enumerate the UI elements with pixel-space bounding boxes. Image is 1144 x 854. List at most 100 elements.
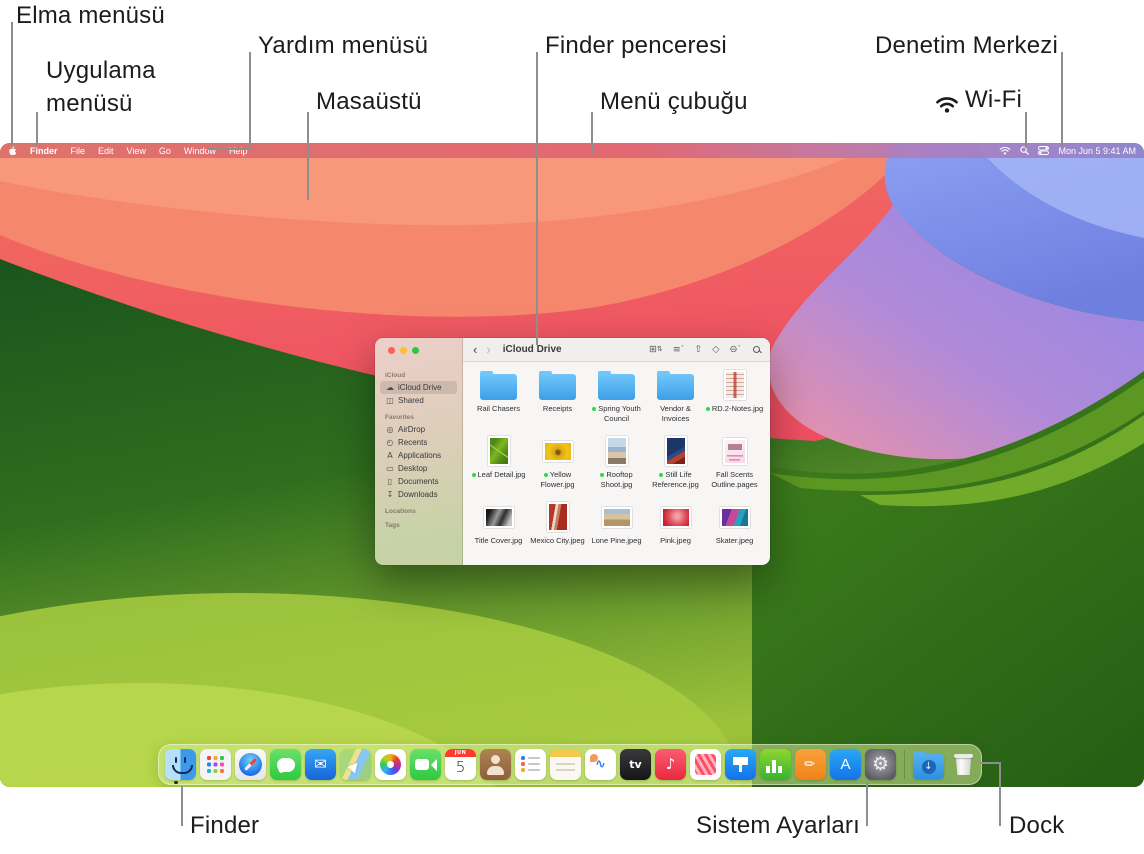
wifi-icon[interactable] xyxy=(999,146,1011,155)
dock-icon-reminders[interactable] xyxy=(515,749,546,780)
thumbnail-pink-jpeg xyxy=(660,506,691,528)
sidebar-item-label: Downloads xyxy=(398,490,438,499)
menu-view[interactable]: View xyxy=(127,146,146,156)
dock-icon-music[interactable]: ♪ xyxy=(655,749,686,780)
file-thumbnail xyxy=(542,433,573,469)
file-item-receipts[interactable]: Receipts xyxy=(528,367,587,433)
dock-icon-notes[interactable] xyxy=(550,749,581,780)
dock-icon-launchpad[interactable] xyxy=(200,749,231,780)
menu-go[interactable]: Go xyxy=(159,146,171,156)
sidebar-item-icloud-drive[interactable]: ☁ iCloud Drive xyxy=(380,381,457,394)
dock-icon-mail[interactable]: ✉ xyxy=(305,749,336,780)
sidebar-item-applications[interactable]: A Applications xyxy=(380,449,457,462)
file-item-skater-jpeg[interactable]: Skater.jpeg xyxy=(705,499,764,565)
dock-icon-pages[interactable]: ✎ xyxy=(795,749,826,780)
group-by-icon[interactable]: ≡ˇ xyxy=(673,344,684,355)
dock-icon-keynote[interactable] xyxy=(725,749,756,780)
dock-icon-facetime[interactable] xyxy=(410,749,441,780)
dock-icon-maps[interactable] xyxy=(340,749,371,780)
file-item-lone-pine-jpeg[interactable]: Lone Pine.jpeg xyxy=(587,499,646,565)
forward-icon[interactable]: › xyxy=(486,343,490,356)
dock-icon-numbers[interactable] xyxy=(760,749,791,780)
file-item-leaf-detail-jpg[interactable]: Leaf Detail.jpg xyxy=(469,433,528,499)
sidebar-item-documents[interactable]: ▯ Documents xyxy=(380,475,457,488)
dock-icon-contacts[interactable] xyxy=(480,749,511,780)
finder-toolbar: ‹ › iCloud Drive ⊞⇅ ≡ˇ ⇧ ◇ ⊖ˇ xyxy=(463,338,770,362)
callout-desktop: Masaüstü xyxy=(316,88,422,115)
back-icon[interactable]: ‹ xyxy=(473,343,477,356)
thumbnail-rd-2-notes-jpg xyxy=(723,370,746,400)
menu-finder[interactable]: Finder xyxy=(30,146,58,156)
dock-icon-system-settings[interactable]: ⚙ xyxy=(865,749,896,780)
zoom-button[interactable] xyxy=(412,347,419,354)
dock-icon-messages[interactable] xyxy=(270,749,301,780)
more-options-icon[interactable]: ⊖ˇ xyxy=(730,344,741,355)
menu-bar-clock[interactable]: Mon Jun 5 9:41 AM xyxy=(1058,146,1136,156)
dock-icon-apple-tv[interactable]: tv xyxy=(620,749,651,780)
callout-line-help-menu-h xyxy=(207,148,251,150)
file-thumbnail xyxy=(605,433,628,469)
share-icon[interactable]: ⇧ xyxy=(694,344,702,355)
view-switcher-icon[interactable]: ⊞⇅ xyxy=(649,344,663,355)
dock-icon-photos[interactable] xyxy=(375,749,406,780)
file-item-spring-youth-council[interactable]: Spring Youth Council xyxy=(587,367,646,433)
dock-icon-app-store[interactable]: A xyxy=(830,749,861,780)
file-label: Rooftop Shoot.jpg xyxy=(600,470,633,489)
file-item-rooftop-shoot-jpg[interactable]: Rooftop Shoot.jpg xyxy=(587,433,646,499)
thumbnail-skater-jpeg xyxy=(719,506,750,528)
file-thumbnail xyxy=(722,433,747,469)
sidebar-item-downloads[interactable]: ↧ Downloads xyxy=(380,488,457,501)
callout-control-center: Denetim Merkezi xyxy=(874,32,1058,59)
file-thumbnail xyxy=(487,433,510,469)
dock-icon-freeform[interactable]: ∿ xyxy=(585,749,616,780)
menu-edit[interactable]: Edit xyxy=(98,146,114,156)
file-item-rail-chasers[interactable]: Rail Chasers xyxy=(469,367,528,433)
thumbnail-lone-pine-jpeg xyxy=(601,506,632,528)
file-item-still-life-reference-jpg[interactable]: Still Life Reference.jpg xyxy=(646,433,705,499)
dock-icon-safari[interactable] xyxy=(235,749,266,780)
search-icon[interactable] xyxy=(753,346,760,353)
tag-icon[interactable]: ◇ xyxy=(712,344,719,355)
file-label: Vendor & Invoices xyxy=(660,404,691,423)
file-item-mexico-city-jpeg[interactable]: Mexico City.jpeg xyxy=(528,499,587,565)
sidebar-item-desktop[interactable]: ▭ Desktop xyxy=(380,462,457,475)
file-label: Receipts xyxy=(542,404,573,413)
file-item-vendor-invoices[interactable]: Vendor & Invoices xyxy=(646,367,705,433)
menu-file[interactable]: File xyxy=(71,146,86,156)
wifi-label-icon xyxy=(935,92,959,113)
callout-apple-menu: Elma menüsü xyxy=(16,2,165,29)
menu-window[interactable]: Window xyxy=(184,146,216,156)
callout-menu-bar: Menü çubuğu xyxy=(600,88,748,115)
finder-sidebar-list: iCloud ☁ iCloud Drive ◫ Shared Favorites ◎ AirD… xyxy=(375,372,462,529)
dock-icon-finder[interactable] xyxy=(165,749,196,780)
desktop-icon: ▭ xyxy=(386,464,394,473)
sidebar-item-airdrop[interactable]: ◎ AirDrop xyxy=(380,423,457,436)
file-item-rd-2-notes-jpg[interactable]: RD.2-Notes.jpg xyxy=(705,367,764,433)
sidebar-item-shared[interactable]: ◫ Shared xyxy=(380,394,457,407)
file-grid: Rail Chasers Receipts Spring Youth Council… xyxy=(463,362,770,565)
dock-icon-trash[interactable] xyxy=(948,749,979,780)
dock-icon-calendar[interactable]: JUN 5 xyxy=(445,749,476,780)
file-label: Pink.jpeg xyxy=(660,536,691,545)
dock-divider xyxy=(904,750,905,779)
file-item-pink-jpeg[interactable]: Pink.jpeg xyxy=(646,499,705,565)
control-center-icon[interactable] xyxy=(1038,146,1050,155)
sidebar-section-icloud: iCloud xyxy=(385,372,406,379)
sidebar-item-recents[interactable]: ◴ Recents xyxy=(380,436,457,449)
sync-status-icon xyxy=(543,472,548,477)
calendar-day-label: 5 xyxy=(455,758,466,776)
file-thumbnail xyxy=(719,499,750,535)
finder-window: iCloud ☁ iCloud Drive ◫ Shared Favorites ◎ AirD… xyxy=(375,338,770,565)
file-thumbnail xyxy=(664,433,687,469)
minimize-button[interactable] xyxy=(400,347,407,354)
file-thumbnail xyxy=(601,499,632,535)
close-button[interactable] xyxy=(388,347,395,354)
menu-help[interactable]: Help xyxy=(229,146,248,156)
file-item-title-cover-jpg[interactable]: Title Cover.jpg xyxy=(469,499,528,565)
clock-icon: ◴ xyxy=(386,438,394,447)
sidebar-section-tags: Tags xyxy=(385,522,400,529)
dock-icon-news[interactable] xyxy=(690,749,721,780)
file-item-yellow-flower-jpg[interactable]: Yellow Flower.jpg xyxy=(528,433,587,499)
file-item-fall-scents-outline-pages[interactable]: Fall Scents Outline.pages xyxy=(705,433,764,499)
dock-icon-downloads[interactable] xyxy=(913,751,944,779)
